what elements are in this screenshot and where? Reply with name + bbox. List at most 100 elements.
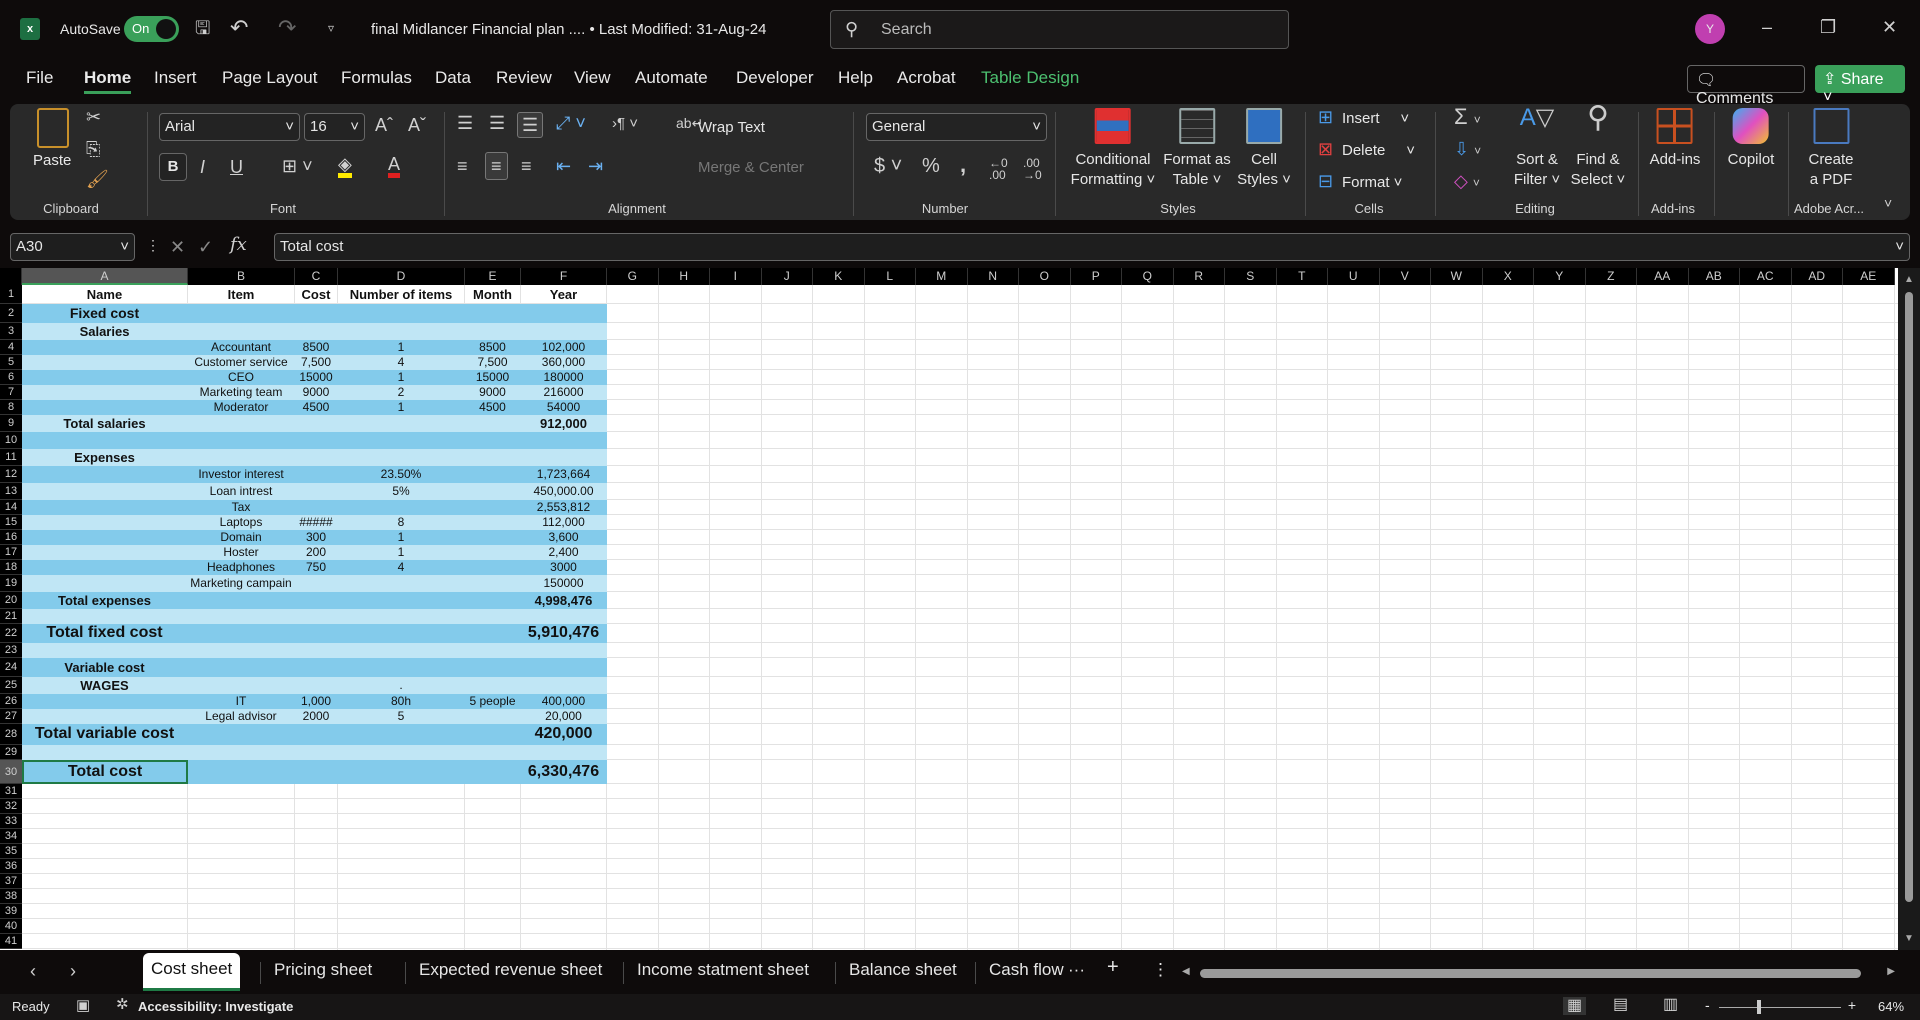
cell-D5[interactable]: 4 [338,355,465,370]
cell-E15[interactable] [465,515,521,530]
cell-C1[interactable]: Cost [295,285,338,304]
cell-D22[interactable] [338,624,465,643]
row-header-13[interactable]: 13 [0,483,22,500]
cell-B14[interactable]: Tax [188,500,295,515]
cell-C9[interactable] [295,415,338,432]
cell-C10[interactable] [295,432,338,449]
row-header-3[interactable]: 3 [0,323,22,340]
row-header-30[interactable]: 30 [0,760,22,784]
cell-B30[interactable] [188,760,295,784]
italic-button[interactable]: I [200,158,205,176]
row-header-24[interactable]: 24 [0,658,22,677]
cell-C7[interactable]: 9000 [295,385,338,400]
column-header-N[interactable]: N [967,268,1019,285]
column-header-F[interactable]: F [521,268,607,285]
cell-styles-button[interactable]: Cell Styles ˅ [1237,108,1291,190]
find-select-button[interactable]: ⚲ Find & Select ˅ [1571,103,1626,190]
cell-E13[interactable] [465,483,521,500]
cell-C25[interactable] [295,677,338,694]
paste-button[interactable]: Paste [33,152,71,169]
cell-A21[interactable] [22,609,188,624]
cell-D1[interactable]: Number of items [338,285,465,304]
cell-E9[interactable] [465,415,521,432]
underline-button[interactable]: U [230,158,243,176]
column-header-R[interactable]: R [1173,268,1225,285]
cell-E28[interactable] [465,724,521,745]
add-sheet-button[interactable]: + [1107,956,1119,979]
cell-B20[interactable] [188,592,295,609]
row-header-34[interactable]: 34 [0,829,22,844]
increase-font-size-icon[interactable]: Aˆ [375,116,393,134]
cell-E16[interactable] [465,530,521,545]
tab-data[interactable]: Data [435,68,471,88]
next-sheet-icon[interactable]: › [70,962,76,980]
column-header-H[interactable]: H [658,268,710,285]
cell-A24[interactable]: Variable cost [22,658,188,677]
column-header-P[interactable]: P [1070,268,1122,285]
cell-C2[interactable] [295,304,338,323]
column-header-Y[interactable]: Y [1534,268,1586,285]
tab-view[interactable]: View [574,68,611,88]
cell-A4[interactable] [22,340,188,355]
cell-F10[interactable] [521,432,607,449]
row-header-1[interactable]: 1 [0,285,22,304]
cell-E20[interactable] [465,592,521,609]
close-icon[interactable]: ✕ [1882,18,1897,36]
decrease-font-size-icon[interactable]: Aˇ [408,116,426,134]
row-header-38[interactable]: 38 [0,889,22,904]
cell-B3[interactable] [188,323,295,340]
cell-B15[interactable]: Laptops [188,515,295,530]
cell-E19[interactable] [465,575,521,592]
sheet-tab-expected-revenue-sheet[interactable]: Expected revenue sheet [419,960,602,980]
cell-C27[interactable]: 2000 [295,709,338,724]
cell-B21[interactable] [188,609,295,624]
cell-D14[interactable] [338,500,465,515]
row-header-7[interactable]: 7 [0,385,22,400]
cell-E27[interactable] [465,709,521,724]
cell-B5[interactable]: Customer service [188,355,295,370]
macro-recording-icon[interactable]: ▣ [76,998,90,1013]
cell-B22[interactable] [188,624,295,643]
cell-F5[interactable]: 360,000 [521,355,607,370]
cell-C26[interactable]: 1,000 [295,694,338,709]
column-header-K[interactable]: K [813,268,865,285]
cell-B27[interactable]: Legal advisor [188,709,295,724]
cell-F29[interactable] [521,745,607,760]
cell-E11[interactable] [465,449,521,466]
cell-E5[interactable]: 7,500 [465,355,521,370]
cell-B25[interactable] [188,677,295,694]
percent-icon[interactable]: % [922,156,940,176]
row-header-6[interactable]: 6 [0,370,22,385]
tab-home[interactable]: Home [84,68,132,94]
cell-E25[interactable] [465,677,521,694]
cell-C13[interactable] [295,483,338,500]
cell-F3[interactable] [521,323,607,340]
row-header-12[interactable]: 12 [0,466,22,483]
cell-D12[interactable]: 23.50% [338,466,465,483]
cell-B12[interactable]: Investor interest [188,466,295,483]
column-header-AA[interactable]: AA [1637,268,1689,285]
cell-A23[interactable] [22,643,188,658]
cell-F28[interactable]: 420,000 [521,724,607,745]
cell-C16[interactable]: 300 [295,530,338,545]
tab-automate[interactable]: Automate [635,68,708,88]
cell-B24[interactable] [188,658,295,677]
column-header-I[interactable]: I [710,268,762,285]
cell-B9[interactable] [188,415,295,432]
cell-D27[interactable]: 5 [338,709,465,724]
cell-F8[interactable]: 54000 [521,400,607,415]
cell-D25[interactable]: . [338,677,465,694]
cell-C5[interactable]: 7,500 [295,355,338,370]
tab-table-design[interactable]: Table Design [981,68,1079,88]
cell-B8[interactable]: Moderator [188,400,295,415]
row-header-8[interactable]: 8 [0,400,22,415]
cell-F15[interactable]: 112,000 [521,515,607,530]
cell-B16[interactable]: Domain [188,530,295,545]
cell-F4[interactable]: 102,000 [521,340,607,355]
autosum-icon[interactable]: Σ ˅ [1454,106,1481,128]
cell-C15[interactable]: ##### [295,515,338,530]
tab-file[interactable]: File [26,68,53,88]
cell-F27[interactable]: 20,000 [521,709,607,724]
cell-C11[interactable] [295,449,338,466]
cell-E3[interactable] [465,323,521,340]
